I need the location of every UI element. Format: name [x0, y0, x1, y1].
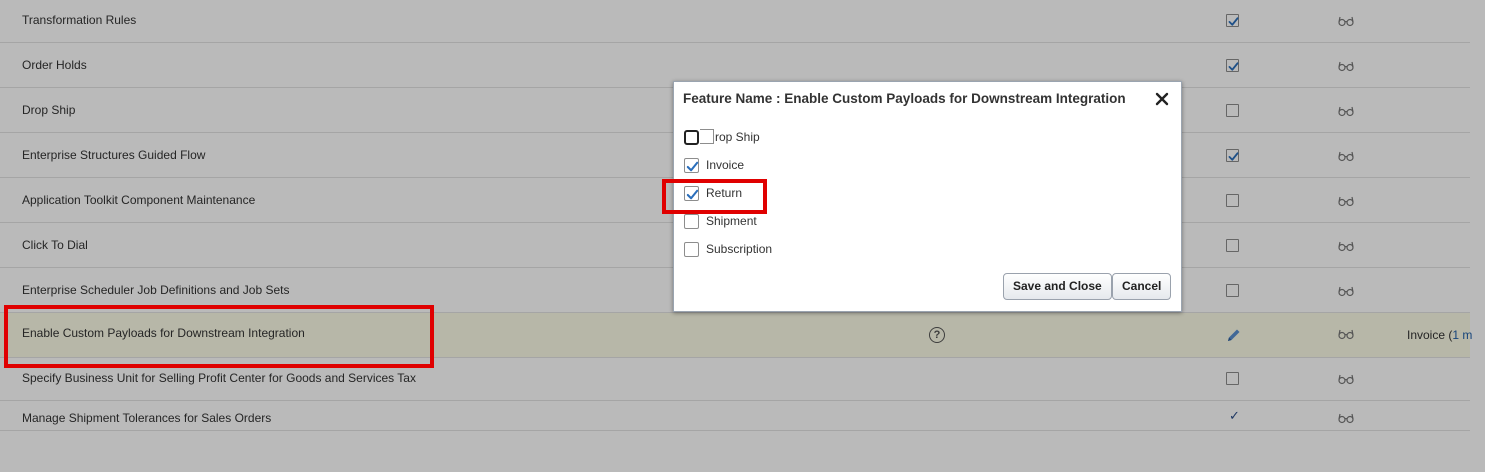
option-label: Shipment [706, 214, 757, 228]
option-checkbox[interactable] [684, 158, 699, 173]
highlight-box-return-option [662, 179, 767, 214]
close-icon[interactable] [1154, 91, 1170, 107]
option-checkbox[interactable] [684, 242, 699, 257]
cancel-button[interactable]: Cancel [1112, 273, 1172, 300]
save-and-close-button[interactable]: Save and Close [1003, 273, 1112, 300]
option-checkbox[interactable] [684, 214, 699, 229]
focus-ring [700, 129, 714, 144]
option-label: Subscription [706, 242, 773, 256]
highlight-box-feature-row [4, 305, 434, 368]
option-checkbox[interactable] [684, 130, 699, 145]
option-label: Invoice [706, 158, 745, 172]
option-label: rop Ship [715, 130, 760, 144]
dialog-title: Feature Name : Enable Custom Payloads fo… [683, 91, 1126, 106]
